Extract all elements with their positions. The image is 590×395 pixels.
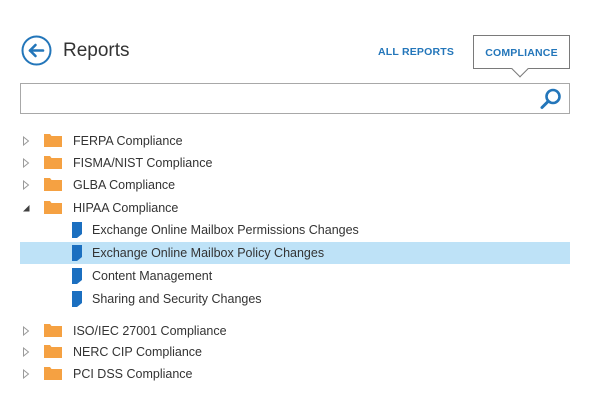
search-input[interactable] <box>25 87 530 110</box>
tab-compliance-label: COMPLIANCE <box>485 47 558 59</box>
triangle-right-outline-icon[interactable] <box>21 158 31 168</box>
folder-icon <box>44 367 62 380</box>
back-button[interactable] <box>21 35 52 66</box>
search-button[interactable] <box>539 87 563 111</box>
tab-all-reports[interactable]: ALL REPORTS <box>378 45 454 59</box>
tree-report-label: Content Management <box>92 269 213 283</box>
page-title: Reports <box>63 40 130 61</box>
triangle-down-filled-icon[interactable] <box>21 203 31 213</box>
triangle-right-outline-icon[interactable] <box>21 136 31 146</box>
tab-pointer-notch <box>511 60 529 78</box>
tree-folder-label: GLBA Compliance <box>73 178 176 192</box>
tree-report-item-selected[interactable]: Exchange Online Mailbox Policy Changes <box>20 242 570 264</box>
folder-icon <box>44 201 62 214</box>
folder-icon <box>44 178 62 191</box>
tree-report-item[interactable]: Sharing and Security Changes <box>20 288 570 310</box>
tree-folder-label: FISMA/NIST Compliance <box>73 156 213 170</box>
magnifier-icon <box>540 88 561 109</box>
tree-report-item[interactable]: Exchange Online Mailbox Permissions Chan… <box>20 219 570 241</box>
tree-folder-label: HIPAA Compliance <box>73 201 179 215</box>
tree-folder-label: FERPA Compliance <box>73 134 183 148</box>
tree-folder-hipaa[interactable]: HIPAA Compliance <box>20 197 570 219</box>
triangle-right-outline-icon[interactable] <box>21 347 31 357</box>
folder-icon <box>44 156 62 169</box>
triangle-right-outline-icon[interactable] <box>21 369 31 379</box>
tree-folder-glba[interactable]: GLBA Compliance <box>20 174 570 196</box>
tree-folder-label: PCI DSS Compliance <box>73 367 193 381</box>
tree-folder-iso-iec-27001[interactable]: ISO/IEC 27001 Compliance <box>20 320 570 342</box>
report-document-icon <box>72 268 82 284</box>
tree-folder-ferpa[interactable]: FERPA Compliance <box>20 130 570 152</box>
tree-folder-nerc-cip[interactable]: NERC CIP Compliance <box>20 341 570 363</box>
folder-icon <box>44 345 62 358</box>
tree-report-item[interactable]: Content Management <box>20 265 570 287</box>
tab-compliance[interactable]: COMPLIANCE <box>473 35 570 78</box>
search-box <box>20 83 570 114</box>
report-document-icon <box>72 245 82 261</box>
tree-folder-pci-dss[interactable]: PCI DSS Compliance <box>20 363 570 385</box>
folder-icon <box>44 134 62 147</box>
tree-folder-label: NERC CIP Compliance <box>73 345 202 359</box>
arrow-left-circle-icon <box>21 35 52 66</box>
tree-report-label: Exchange Online Mailbox Policy Changes <box>92 246 325 260</box>
tree-report-label: Sharing and Security Changes <box>92 292 262 306</box>
folder-icon <box>44 324 62 337</box>
tree-folder-label: ISO/IEC 27001 Compliance <box>73 324 227 338</box>
report-document-icon <box>72 291 82 307</box>
tree-report-label: Exchange Online Mailbox Permissions Chan… <box>92 223 359 237</box>
triangle-right-outline-icon[interactable] <box>21 180 31 190</box>
report-document-icon <box>72 222 82 238</box>
triangle-right-outline-icon[interactable] <box>21 326 31 336</box>
tree-folder-fisma-nist[interactable]: FISMA/NIST Compliance <box>20 152 570 174</box>
